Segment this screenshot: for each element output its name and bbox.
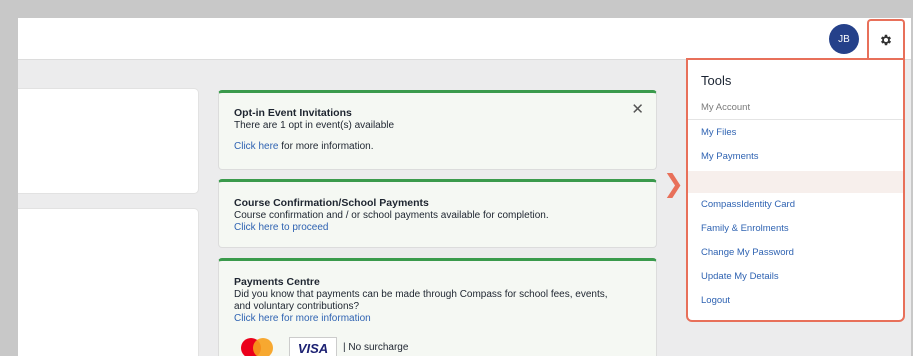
close-icon[interactable]: ✕ [631, 102, 644, 117]
proceed-link[interactable]: Click here to proceed [234, 222, 640, 234]
more-information-link[interactable]: Click here for more information [234, 313, 626, 325]
highlighted-blank-item[interactable] [688, 171, 903, 193]
no-surcharge-note: | No surcharge [343, 342, 409, 353]
notice-title: Course Confirmation/School Payments [234, 197, 429, 209]
menu-item-my-files[interactable]: My Files [701, 127, 736, 138]
user-avatar[interactable]: JB [829, 24, 859, 54]
my-account-section: My Account [701, 102, 751, 113]
menu-item-update-details[interactable]: Update My Details [701, 271, 779, 282]
menu-item-identity-card[interactable]: CompassIdentity Card [701, 199, 795, 210]
app-window: JB ✕ Opt-in Event Invitations There are … [18, 18, 911, 356]
notice-title: Opt-in Event Invitations [234, 107, 352, 119]
top-bar: JB [18, 18, 911, 60]
menu-item-my-payments[interactable]: My Payments [701, 151, 759, 162]
left-panel-top [18, 88, 199, 194]
tools-dropdown: Tools My Account My Files My Payments Co… [686, 58, 905, 322]
notice-course-confirmation: Course Confirmation/School Payments Cour… [218, 179, 657, 248]
pointer-arrow-icon: ❯ [663, 170, 684, 198]
menu-item-family-enrolments[interactable]: Family & Enrolments [701, 223, 789, 234]
click-here-link[interactable]: Click here [234, 141, 278, 152]
payment-card-logos: VISA | No surcharge [239, 337, 408, 356]
notice-body: Course confirmation and / or school paym… [234, 210, 549, 221]
notice-body: There are 1 opt in event(s) available [234, 120, 395, 131]
notice-body: Did you know that payments can be made t… [234, 289, 608, 312]
gear-icon [880, 34, 892, 46]
menu-item-logout[interactable]: Logout [701, 295, 730, 306]
tools-title: Tools [701, 73, 732, 88]
visa-icon: VISA [289, 337, 337, 356]
settings-button[interactable] [867, 19, 905, 59]
notice-title: Payments Centre [234, 276, 320, 288]
menu-item-change-password[interactable]: Change My Password [701, 247, 794, 258]
menu-divider [688, 119, 903, 120]
left-panel-bottom [18, 208, 199, 356]
notice-opt-in-events: ✕ Opt-in Event Invitations There are 1 o… [218, 90, 657, 170]
notice-link-suffix: for more information. [278, 141, 374, 152]
mastercard-icon [241, 338, 273, 356]
notice-link-line: Click here for more information. [234, 141, 640, 153]
